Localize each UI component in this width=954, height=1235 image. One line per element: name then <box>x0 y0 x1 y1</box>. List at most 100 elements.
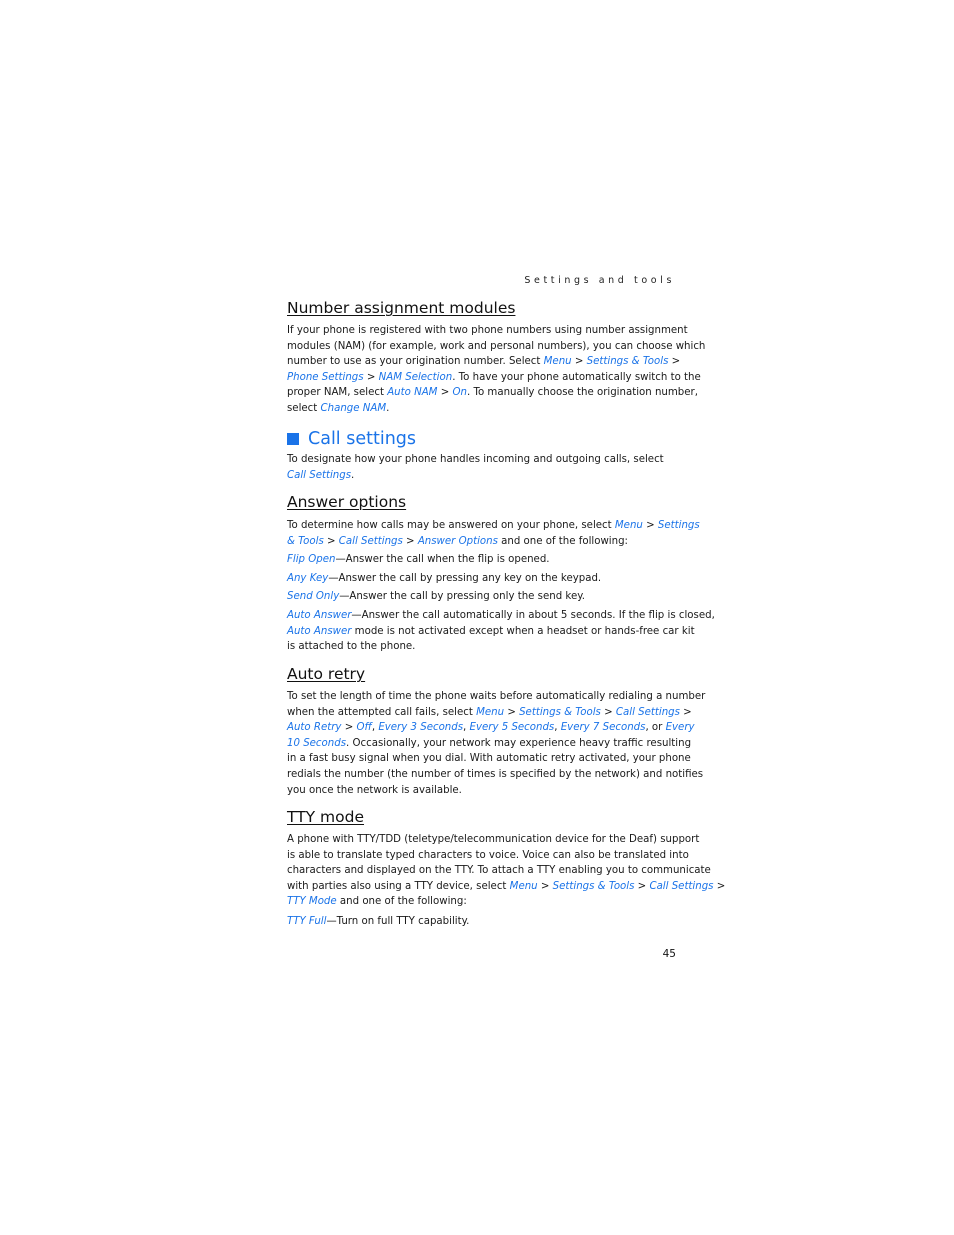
body-text: > <box>600 706 616 718</box>
heading-auto-retry: Auto retry <box>287 665 366 683</box>
body-text: > <box>668 356 681 368</box>
text-line: & Tools > Call Settings > Answer Options… <box>287 534 677 550</box>
text-line: in a fast busy signal when you dial. Wit… <box>287 751 691 767</box>
body-text: > <box>679 706 692 718</box>
heading-answer-options: Answer options <box>287 493 407 511</box>
text-line: when the attempted call fails, select Me… <box>287 705 692 721</box>
menu-path-term: Menu <box>614 520 643 531</box>
menu-path-term: Menu <box>476 706 505 718</box>
body-text: > <box>402 535 418 547</box>
text-line: select Change NAM. <box>287 401 677 417</box>
text-line: Send Only—Answer the call by pressing on… <box>287 589 677 605</box>
menu-path-term: Auto NAM <box>387 387 438 399</box>
menu-path-term: Settings & Tools <box>519 706 601 718</box>
tty-option-full: TTY Full—Turn on full TTY capability. <box>287 914 677 930</box>
menu-path-term: Auto Answer <box>287 610 352 621</box>
text-line: is attached to the phone. <box>287 639 677 655</box>
answer-option-flip-open: Flip Open—Answer the call when the flip … <box>287 552 677 568</box>
menu-path-term: Every <box>665 722 695 734</box>
menu-path-term: Settings <box>657 520 700 531</box>
text-line: To determine how calls may be answered o… <box>287 518 700 534</box>
menu-path-term: Menu <box>543 356 572 368</box>
text-line: is able to translate typed characters to… <box>287 848 689 864</box>
body-text: characters and displayed on the TTY. To … <box>287 865 711 877</box>
body-text: . To have your phone automatically switc… <box>452 371 701 383</box>
menu-path-term: Phone Settings <box>287 371 364 383</box>
text-line: Auto Answer mode is not activated except… <box>287 624 695 640</box>
body-text: modules (NAM) (for example, work and per… <box>287 340 706 352</box>
menu-path-term: TTY Full <box>287 916 327 927</box>
body-text: you once the network is available. <box>287 784 462 796</box>
text-line: Flip Open—Answer the call when the flip … <box>287 552 677 568</box>
menu-path-term: Settings & Tools <box>586 356 669 368</box>
text-line: 10 Seconds. Occasionally, your network m… <box>287 736 691 752</box>
body-text: If your phone is registered with two pho… <box>287 325 688 336</box>
body-text: . <box>386 402 390 414</box>
body-text: > <box>571 356 587 368</box>
body-text: . To manually choose the origination num… <box>466 387 698 399</box>
text-line: redials the number (the number of times … <box>287 767 703 783</box>
heading-number-assignment-modules: Number assignment modules <box>287 299 516 317</box>
square-bullet-icon <box>287 433 299 445</box>
menu-path-term: Flip Open <box>287 554 336 565</box>
body-text: and one of the following: <box>497 535 628 547</box>
text-line: characters and displayed on the TTY. To … <box>287 863 711 879</box>
menu-path-term: Any Key <box>287 573 329 584</box>
text-line: Auto Retry > Off, Every 3 Seconds, Every… <box>287 720 695 736</box>
body-text: > <box>437 387 453 399</box>
body-text: A phone with TTY/TDD (teletype/telecommu… <box>287 834 700 845</box>
heading-call-settings-text: Call settings <box>308 429 417 449</box>
answer-option-auto-answer: Auto Answer—Answer the call automaticall… <box>287 608 715 655</box>
text-line: To designate how your phone handles inco… <box>287 452 677 468</box>
menu-path-term: Every 3 Seconds <box>378 722 464 734</box>
body-text: To set the length of time the phone wait… <box>287 691 706 702</box>
body-text: To determine how calls may be answered o… <box>287 520 615 531</box>
menu-path-term: Every 7 Seconds <box>560 722 646 734</box>
body-text: > <box>642 520 658 531</box>
body-text: > <box>713 880 726 892</box>
text-line: modules (NAM) (for example, work and per… <box>287 339 705 355</box>
menu-path-term: NAM Selection <box>378 371 453 383</box>
paragraph-call-settings: To designate how your phone handles inco… <box>287 452 677 483</box>
page-number: 45 <box>662 948 676 960</box>
menu-path-term: Settings & Tools <box>552 880 635 892</box>
text-line: TTY Full—Turn on full TTY capability. <box>287 914 677 930</box>
body-text: with parties also using a TTY device, se… <box>287 880 510 892</box>
body-text: To designate how your phone handles inco… <box>287 454 664 465</box>
menu-path-term: 10 Seconds <box>287 737 347 749</box>
text-line: number to use as your origination number… <box>287 354 681 370</box>
body-text: . <box>351 469 355 481</box>
menu-path-term: Answer Options <box>417 535 498 547</box>
body-text: —Answer the call automatically in about … <box>351 610 715 621</box>
body-text: > <box>341 722 357 734</box>
menu-path-term: Send Only <box>287 591 340 602</box>
heading-tty-mode: TTY mode <box>287 808 365 826</box>
body-text: number to use as your origination number… <box>287 356 544 368</box>
menu-path-term: On <box>452 387 467 399</box>
menu-path-term: Auto Retry <box>287 722 342 734</box>
body-text: and one of the following: <box>336 896 467 908</box>
body-text: . Occasionally, your network may experie… <box>346 737 692 749</box>
text-line: you once the network is available. <box>287 783 677 799</box>
heading-call-settings: Call settings <box>287 429 416 449</box>
text-line: with parties also using a TTY device, se… <box>287 879 725 895</box>
text-line: Auto Answer—Answer the call automaticall… <box>287 608 715 624</box>
body-text: > <box>323 535 339 547</box>
menu-path-term: Call Settings <box>287 469 352 481</box>
body-text: redials the number (the number of times … <box>287 768 704 780</box>
menu-path-term: Call Settings <box>649 880 714 892</box>
text-line: A phone with TTY/TDD (teletype/telecommu… <box>287 832 699 848</box>
menu-path-term: Call Settings <box>615 706 680 718</box>
running-head: Settings and tools <box>524 275 675 286</box>
body-text: > <box>537 880 553 892</box>
text-line: Any Key—Answer the call by pressing any … <box>287 571 677 587</box>
paragraph-answer-options-intro: To determine how calls may be answered o… <box>287 518 700 550</box>
body-text: —Answer the call when the flip is opened… <box>335 554 550 565</box>
body-text: is able to translate typed characters to… <box>287 849 689 861</box>
body-text: —Answer the call by pressing any key on … <box>328 573 602 584</box>
body-text: proper NAM, select <box>287 387 388 399</box>
body-text: > <box>363 371 379 383</box>
menu-path-term: Auto Answer <box>287 625 352 637</box>
body-text: when the attempted call fails, select <box>287 706 477 718</box>
body-text: is attached to the phone. <box>287 641 416 653</box>
